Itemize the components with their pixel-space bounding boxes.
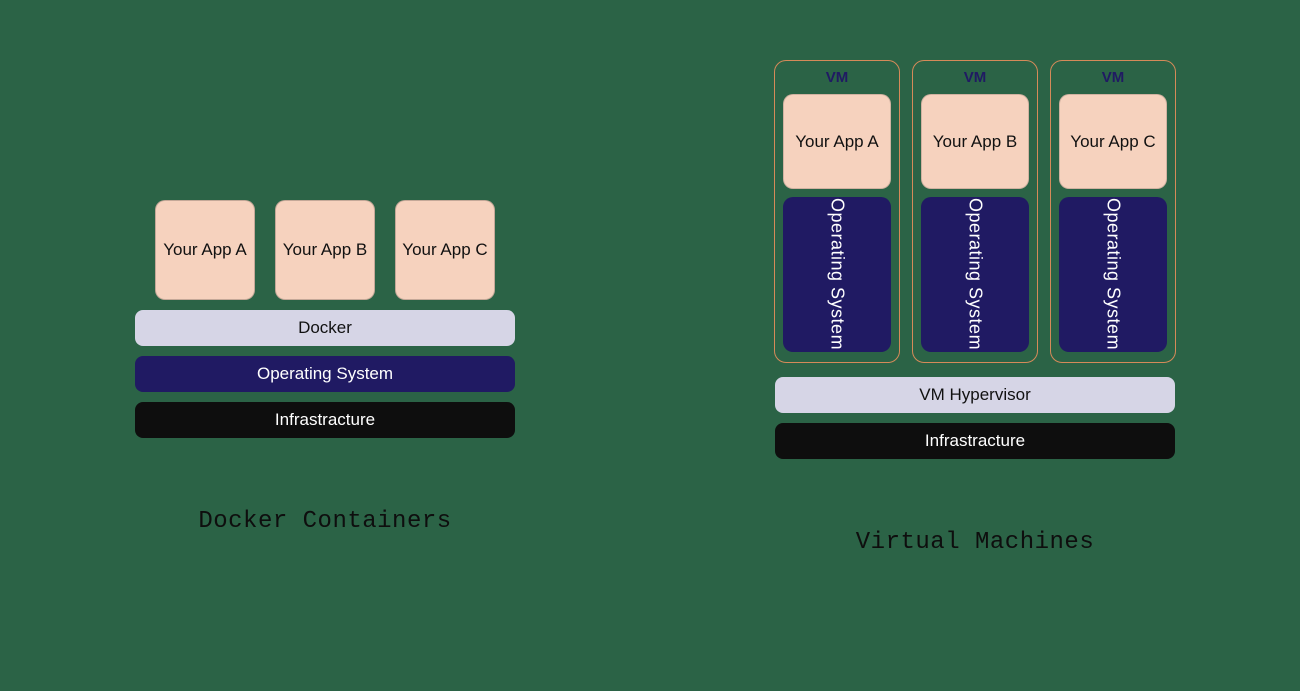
vm-os-a: Operating System <box>783 197 891 352</box>
docker-layer-infra: Infrastracture <box>135 402 515 438</box>
vm-label: VM <box>964 69 987 86</box>
vm-box-a: VM Your App A Operating System <box>774 60 900 363</box>
docker-caption: Docker Containers <box>198 508 451 535</box>
vm-os-a-text: Operating System <box>827 198 848 350</box>
docker-layer-docker: Docker <box>135 310 515 346</box>
vm-caption: Virtual Machines <box>856 529 1094 556</box>
docker-app-a: Your App A <box>155 200 255 300</box>
vm-layer-hypervisor: VM Hypervisor <box>775 377 1175 413</box>
vm-stack: VM Your App A Operating System VM Your A… <box>774 60 1176 459</box>
vm-box-b: VM Your App B Operating System <box>912 60 1038 363</box>
docker-app-c: Your App C <box>395 200 495 300</box>
diagram-canvas: Your App A Your App B Your App C Docker … <box>0 0 1300 691</box>
vm-os-b-text: Operating System <box>965 198 986 350</box>
vm-row: VM Your App A Operating System VM Your A… <box>774 60 1176 363</box>
vm-box-c: VM Your App C Operating System <box>1050 60 1176 363</box>
vm-os-b: Operating System <box>921 197 1029 352</box>
vm-app-c: Your App C <box>1059 94 1167 189</box>
docker-column: Your App A Your App B Your App C Docker … <box>0 0 650 535</box>
vm-column: VM Your App A Operating System VM Your A… <box>650 0 1300 556</box>
vm-app-b: Your App B <box>921 94 1029 189</box>
vm-label: VM <box>1102 69 1125 86</box>
vm-os-c: Operating System <box>1059 197 1167 352</box>
vm-layer-infra: Infrastracture <box>775 423 1175 459</box>
docker-app-b: Your App B <box>275 200 375 300</box>
vm-label: VM <box>826 69 849 86</box>
docker-layer-os: Operating System <box>135 356 515 392</box>
docker-stack: Your App A Your App B Your App C Docker … <box>135 60 515 438</box>
vm-app-a: Your App A <box>783 94 891 189</box>
vm-os-c-text: Operating System <box>1103 198 1124 350</box>
docker-app-row: Your App A Your App B Your App C <box>155 200 495 300</box>
